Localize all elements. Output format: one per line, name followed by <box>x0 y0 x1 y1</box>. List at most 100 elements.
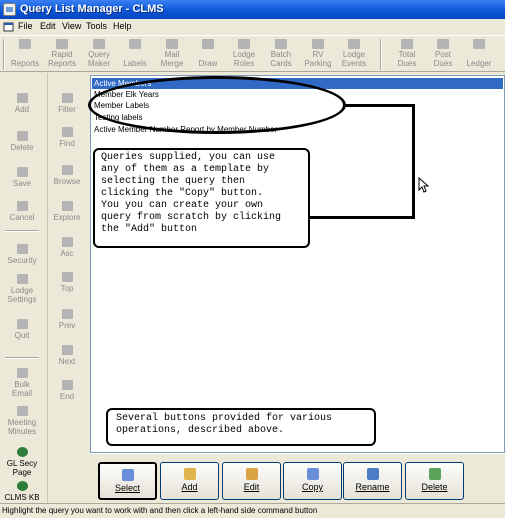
title-bar: Query List Manager - CLMS <box>0 0 505 19</box>
side-browse-button[interactable]: Browse <box>48 165 86 186</box>
side-explore-button[interactable]: Explore <box>48 201 86 222</box>
add-button[interactable]: Add <box>160 462 219 500</box>
side-find-button[interactable]: Find <box>48 127 86 148</box>
rename-button-label: Rename <box>355 482 390 492</box>
menu-edit[interactable]: Edit <box>40 21 56 31</box>
side-bulk-email-button[interactable]: Bulk Email <box>3 368 41 398</box>
edit-icon <box>245 468 258 480</box>
save-icon <box>16 167 28 177</box>
side-end-button[interactable]: End <box>48 380 86 401</box>
side-prev-label: Prev <box>58 321 76 330</box>
toolbar-reports[interactable]: Reports <box>6 38 44 71</box>
command-button-bar: Select Add Edit Copy Rename Delete <box>90 453 505 503</box>
side-quit-button[interactable]: Quit <box>3 319 41 340</box>
toolbar-rapid-reports[interactable]: Rapid Reports <box>43 38 81 71</box>
toolbar: Reports Rapid Reports Query Maker Labels… <box>0 35 505 72</box>
side-save-label: Save <box>12 179 32 188</box>
side-lodge-settings-button[interactable]: Lodge Settings <box>3 274 41 304</box>
edit-button[interactable]: Edit <box>222 462 281 500</box>
delete-icon <box>428 468 441 480</box>
toolbar-lodge-roles[interactable]: Lodge Roles <box>225 38 263 71</box>
menu-file[interactable]: File <box>18 21 33 31</box>
quit-icon <box>16 319 28 329</box>
navigation-column: Filter Find Browse Explore Asc Top Prev … <box>47 73 87 503</box>
side-next-button[interactable]: Next <box>48 345 86 366</box>
side-cancel-button[interactable]: Cancel <box>3 201 41 222</box>
side-delete-label: Delete <box>10 143 34 152</box>
side-separator <box>5 357 39 359</box>
side-browse-label: Browse <box>53 177 81 186</box>
side-delete-button[interactable]: Delete <box>3 131 41 152</box>
side-top-button[interactable]: Top <box>48 272 86 293</box>
menu-tools[interactable]: Tools <box>86 21 107 31</box>
toolbar-query-maker[interactable]: Query Maker <box>80 38 118 71</box>
toolbar-ledger-label: Ledger <box>466 59 492 68</box>
batch-cards-icon <box>275 39 287 49</box>
menu-view[interactable]: View <box>62 21 81 31</box>
side-clms-kb-button[interactable]: CLMS KB <box>3 481 41 502</box>
side-add-label: Add <box>14 105 30 114</box>
side-end-label: End <box>59 392 75 401</box>
side-gl-secy-page-button[interactable]: GL Secy Page <box>3 447 41 477</box>
toolbar-post-dues[interactable]: Post Dues <box>424 38 462 71</box>
callout-connector <box>343 104 415 107</box>
mdi-window-icon[interactable] <box>3 21 15 33</box>
delete-button[interactable]: Delete <box>405 462 464 500</box>
globe-icon <box>16 481 28 491</box>
toolbar-query-maker-label: Query Maker <box>87 50 111 68</box>
security-icon <box>16 244 28 254</box>
toolbar-labels[interactable]: Labels <box>116 38 154 71</box>
status-bar: Highlight the query you want to work wit… <box>0 503 505 518</box>
browse-icon <box>61 165 73 175</box>
reports-icon <box>19 39 31 49</box>
binoculars-icon <box>61 127 73 137</box>
side-separator <box>5 230 39 232</box>
filter-icon <box>61 93 73 103</box>
toolbar-grip <box>3 39 5 70</box>
select-icon <box>121 469 134 481</box>
side-security-button[interactable]: Security <box>3 244 41 265</box>
side-meeting-minutes-label: Meeting Minutes <box>7 418 37 436</box>
rapid-reports-icon <box>56 39 68 49</box>
copy-icon <box>306 468 319 480</box>
query-list-highlight-ellipse <box>88 76 346 134</box>
total-dues-icon <box>401 39 413 49</box>
side-add-button[interactable]: Add <box>3 93 41 114</box>
toolbar-draw[interactable]: Draw <box>189 38 227 71</box>
lodge-events-icon <box>348 39 360 49</box>
side-next-label: Next <box>58 357 76 366</box>
labels-icon <box>129 39 141 49</box>
toolbar-batch-cards[interactable]: Batch Cards <box>262 38 300 71</box>
side-explore-label: Explore <box>53 213 81 222</box>
toolbar-total-dues-label: Total Dues <box>397 50 417 68</box>
toolbar-ledger[interactable]: Ledger <box>460 38 498 71</box>
side-prev-button[interactable]: Prev <box>48 309 86 330</box>
side-asc-button[interactable]: Asc <box>48 237 86 258</box>
select-button-label: Select <box>114 483 140 493</box>
side-quit-label: Quit <box>14 331 30 340</box>
callout-connector <box>412 104 415 218</box>
side-meeting-minutes-button[interactable]: Meeting Minutes <box>3 406 41 436</box>
toolbar-mail-merge[interactable]: Mail Merge <box>153 38 191 71</box>
add-icon <box>16 93 28 103</box>
toolbar-total-dues[interactable]: Total Dues <box>388 38 426 71</box>
query-list[interactable]: Active Members Member Elk Years Member L… <box>90 75 505 453</box>
side-lodge-settings-label: Lodge Settings <box>7 286 37 304</box>
toolbar-reports-label: Reports <box>10 59 39 68</box>
side-bulk-email-label: Bulk Email <box>11 380 32 398</box>
queries-callout: Queries supplied, you can use any of the… <box>93 148 310 248</box>
side-save-button[interactable]: Save <box>3 167 41 188</box>
side-gl-secy-page-label: GL Secy Page <box>6 459 38 477</box>
sort-ascending-icon <box>61 237 73 247</box>
globe-icon <box>16 447 28 457</box>
copy-button[interactable]: Copy <box>283 462 342 500</box>
toolbar-lodge-events[interactable]: Lodge Events <box>335 38 373 71</box>
toolbar-rv-parking[interactable]: RV Parking <box>299 38 337 71</box>
rename-button[interactable]: Rename <box>343 462 402 500</box>
cancel-icon <box>16 201 28 211</box>
edit-button-label: Edit <box>243 482 260 492</box>
side-filter-button[interactable]: Filter <box>48 93 86 114</box>
menu-help[interactable]: Help <box>113 21 132 31</box>
toolbar-batch-cards-label: Batch Cards <box>270 50 292 68</box>
select-button[interactable]: Select <box>98 462 157 500</box>
